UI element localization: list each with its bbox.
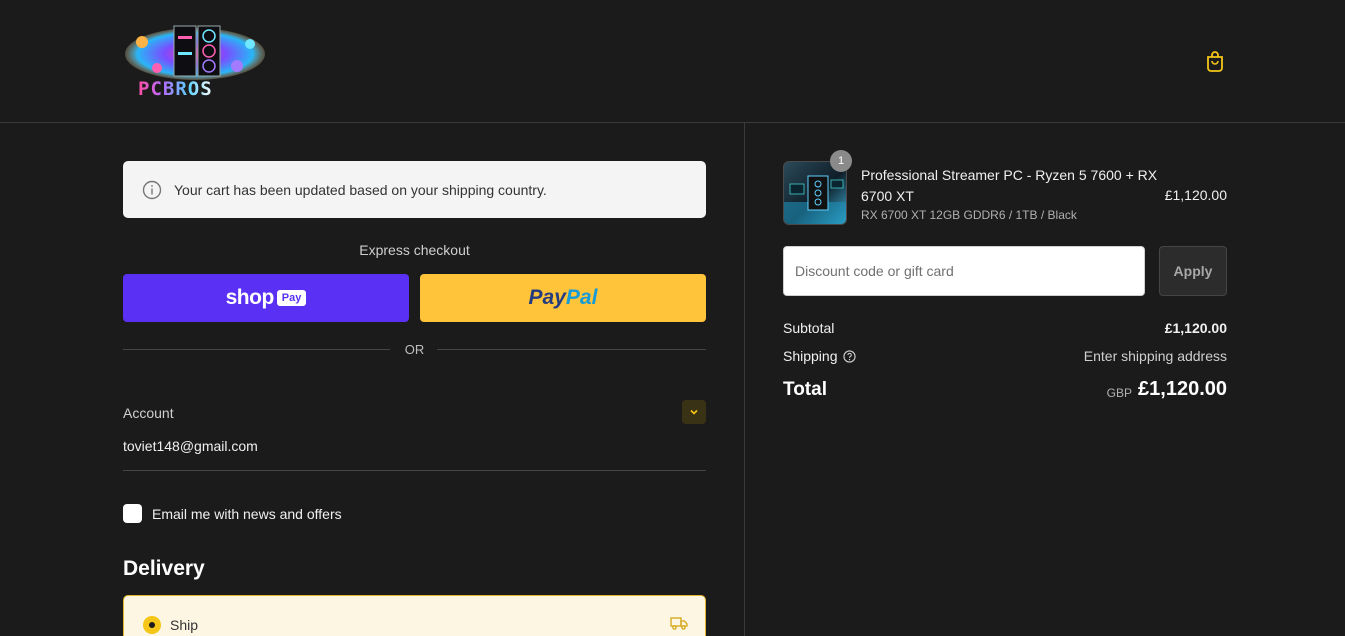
- ship-radio[interactable]: [143, 616, 161, 634]
- shop-pay-badge: Pay: [276, 290, 307, 306]
- paypal-wordmark-pal: Pal: [565, 286, 598, 309]
- or-separator: OR: [123, 342, 706, 358]
- total-label: Total: [783, 379, 827, 400]
- newsletter-checkbox[interactable]: [123, 504, 142, 523]
- newsletter-label[interactable]: Email me with news and offers: [152, 506, 342, 522]
- subtotal-value: £1,120.00: [1164, 320, 1227, 336]
- chevron-down-icon: [690, 409, 698, 415]
- site-header: PCBROS: [0, 0, 1345, 123]
- account-label: Account: [123, 405, 174, 421]
- logo-graphic: [125, 25, 265, 80]
- account-email: toviet148@gmail.com: [123, 438, 258, 454]
- paypal-wordmark-pay: Pay: [528, 286, 566, 309]
- total-value: £1,120.00: [1138, 378, 1227, 400]
- ship-option[interactable]: Ship: [123, 595, 706, 636]
- quantity-badge: 1: [830, 150, 852, 172]
- cart-button[interactable]: [1203, 49, 1227, 73]
- account-menu-toggle[interactable]: [682, 400, 706, 424]
- separator-line-right: [437, 349, 706, 350]
- shopping-bag-icon: [1207, 51, 1223, 72]
- notice-text: Your cart has been updated based on your…: [174, 181, 547, 198]
- cart-updated-notice: Your cart has been updated based on your…: [123, 161, 706, 218]
- paypal-button[interactable]: Pay Pal: [420, 274, 706, 322]
- shop-pay-button[interactable]: shop Pay: [123, 274, 409, 322]
- product-variant: RX 6700 XT 12GB GDDR6 / 1TB / Black: [861, 208, 1077, 222]
- info-icon: [142, 180, 162, 199]
- column-divider: [744, 123, 745, 636]
- discount-code-input[interactable]: [783, 246, 1145, 296]
- account-divider: [123, 470, 706, 471]
- help-icon[interactable]: [843, 350, 856, 363]
- truck-icon: [670, 617, 688, 630]
- pcbros-logo[interactable]: PCBROS: [122, 22, 268, 102]
- shipping-value: Enter shipping address: [1083, 348, 1227, 364]
- shop-pay-wordmark: shop: [225, 286, 275, 309]
- logo-text: PCBROS: [138, 78, 213, 100]
- delivery-heading: Delivery: [123, 557, 205, 580]
- product-price: £1,120.00: [1164, 187, 1227, 203]
- radio-selected-dot: [149, 622, 155, 628]
- shipping-label: Shipping: [783, 348, 838, 364]
- express-checkout-label: Express checkout: [359, 242, 470, 258]
- subtotal-label: Subtotal: [783, 320, 835, 336]
- apply-discount-button[interactable]: Apply: [1159, 246, 1227, 296]
- ship-label: Ship: [170, 617, 199, 633]
